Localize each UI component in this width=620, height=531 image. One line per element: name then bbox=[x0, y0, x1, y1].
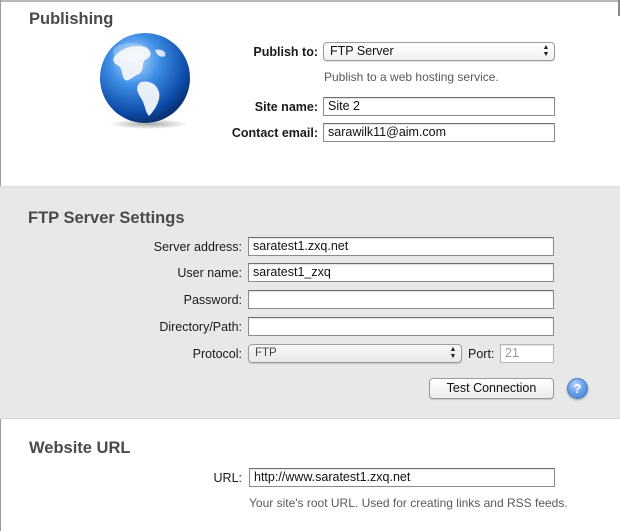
ftp-settings-title: FTP Server Settings bbox=[28, 209, 185, 227]
url-field[interactable]: http://www.saratest1.zxq.net bbox=[249, 468, 555, 487]
server-address-label: Server address: bbox=[153, 240, 242, 254]
directory-path-field[interactable] bbox=[248, 317, 554, 336]
protocol-label: Protocol: bbox=[192, 347, 242, 361]
popup-arrows-icon: ▲ ▼ bbox=[542, 44, 550, 58]
publish-to-select[interactable]: FTP Server ▲ ▼ bbox=[323, 42, 555, 61]
port-label: Port: bbox=[468, 347, 495, 361]
directory-path-label: Directory/Path: bbox=[159, 320, 242, 334]
website-url-section: Website URL URL: http://www.saratest1.zx… bbox=[0, 419, 620, 531]
help-icon[interactable]: ? bbox=[567, 378, 588, 399]
contact-email-field[interactable]: sarawilk11@aim.com bbox=[323, 123, 555, 142]
popup-arrows-icon: ▲ ▼ bbox=[449, 346, 457, 360]
url-label: URL: bbox=[213, 471, 242, 485]
top-divider bbox=[1, 0, 620, 2]
protocol-value: FTP bbox=[255, 347, 277, 359]
user-name-field[interactable]: saratest1_zxq bbox=[248, 263, 554, 282]
publishing-section: Publishing Publish to: FTP Server ▲ ▼ Pub… bbox=[0, 0, 620, 186]
globe-icon bbox=[100, 33, 190, 129]
site-name-field[interactable]: Site 2 bbox=[323, 97, 555, 116]
password-field[interactable] bbox=[248, 290, 554, 309]
publishing-title: Publishing bbox=[29, 10, 114, 28]
password-label: Password: bbox=[183, 293, 242, 307]
server-address-field[interactable]: saratest1.zxq.net bbox=[248, 237, 554, 256]
publish-to-value: FTP Server bbox=[330, 44, 394, 58]
publish-to-description: Publish to a web hosting service. bbox=[324, 70, 499, 84]
test-connection-button[interactable]: Test Connection bbox=[429, 378, 554, 399]
user-name-label: User name: bbox=[177, 266, 242, 280]
port-field[interactable]: 21 bbox=[500, 344, 554, 363]
publish-to-label: Publish to: bbox=[253, 45, 318, 59]
contact-email-label: Contact email: bbox=[231, 126, 318, 140]
site-name-label: Site name: bbox=[254, 100, 318, 114]
ftp-settings-section: FTP Server Settings Server address: sara… bbox=[0, 186, 620, 419]
protocol-select[interactable]: FTP ▲ ▼ bbox=[248, 344, 462, 363]
url-hint: Your site's root URL. Used for creating … bbox=[249, 496, 568, 510]
website-url-title: Website URL bbox=[29, 439, 131, 457]
